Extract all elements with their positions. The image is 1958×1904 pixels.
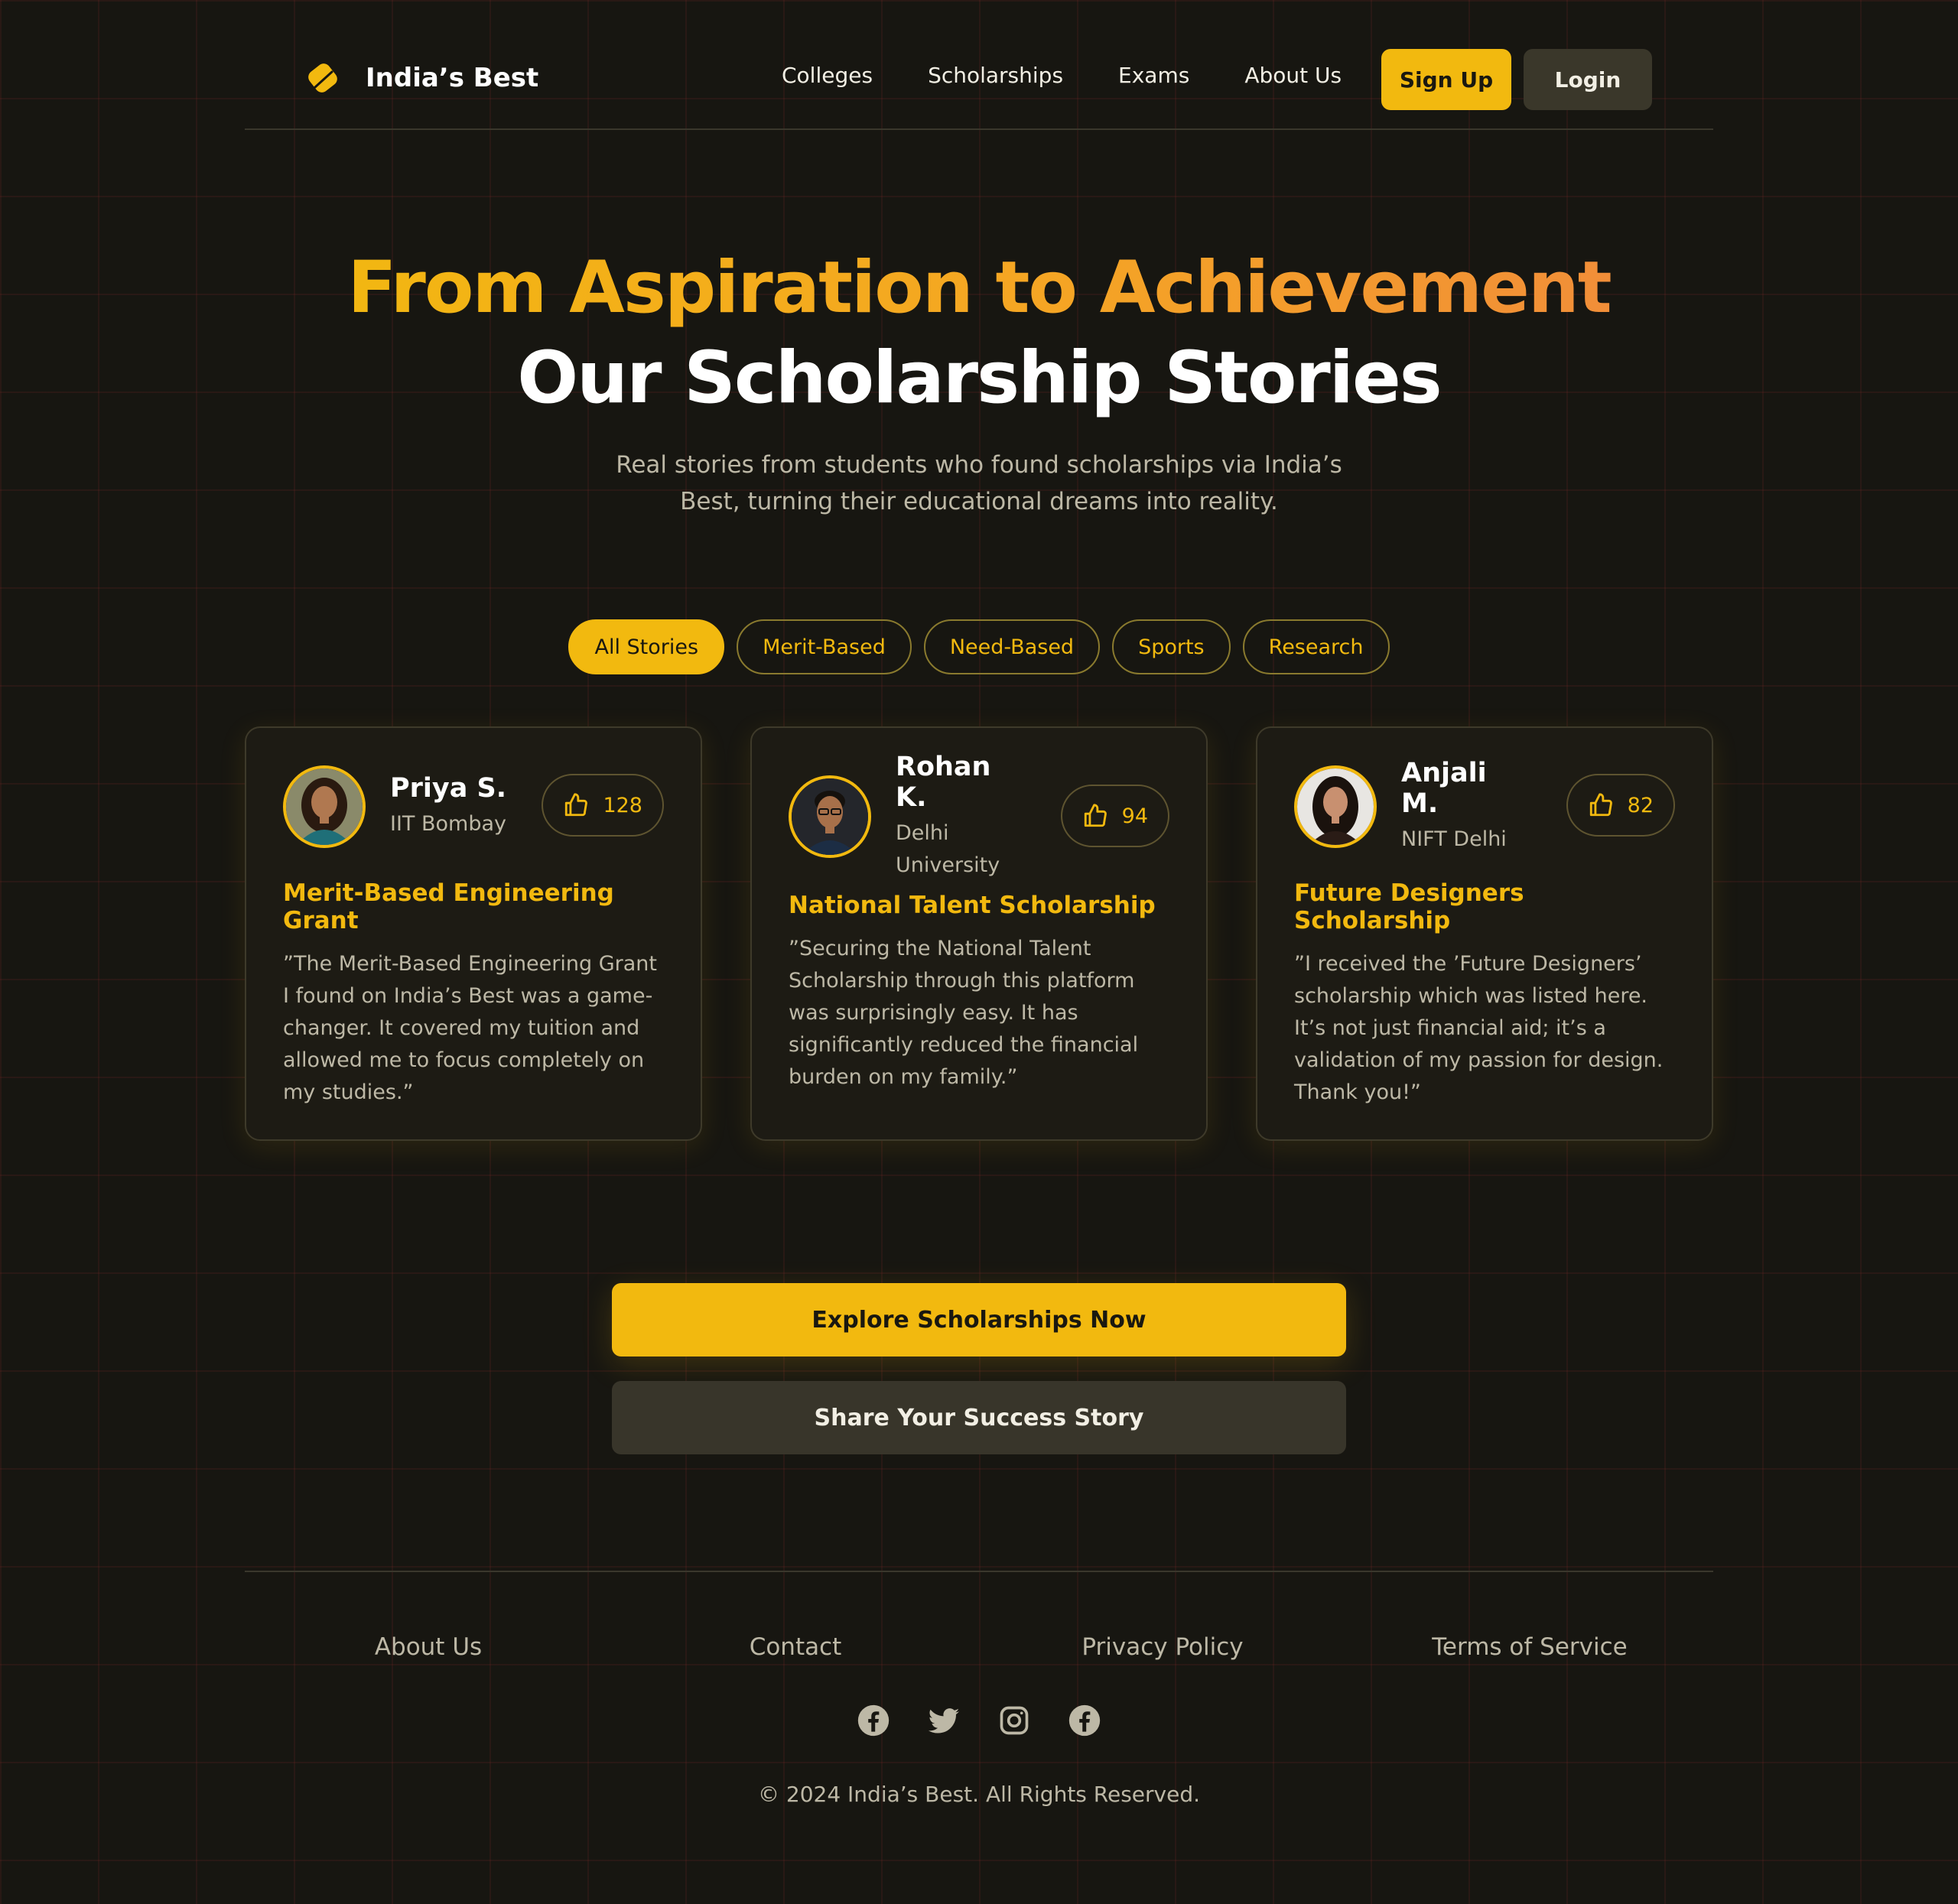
- filter-need-based[interactable]: Need-Based: [923, 619, 1101, 674]
- scholarship-title: National Talent Scholarship: [789, 892, 1156, 919]
- nav-link-colleges[interactable]: Colleges: [782, 63, 873, 88]
- facebook-icon[interactable]: [1068, 1704, 1101, 1737]
- avatar: [283, 765, 366, 848]
- filter-merit-based[interactable]: Merit-Based: [737, 619, 912, 674]
- story-card: Priya S. IIT Bombay 128 Merit-Based Engi…: [245, 726, 702, 1141]
- like-count: 128: [603, 793, 642, 817]
- signup-button[interactable]: Sign Up: [1381, 49, 1511, 110]
- thumbs-up-icon: [1084, 804, 1107, 827]
- brand[interactable]: India’s Best: [306, 61, 538, 95]
- student-name: Anjali M.: [1401, 758, 1487, 819]
- story-card-header: Rohan K. Delhi University 94: [789, 752, 1169, 877]
- student-institution: Delhi University: [896, 821, 1000, 877]
- like-button[interactable]: 82: [1566, 774, 1675, 837]
- story-card: Rohan K. Delhi University 94 National Ta…: [750, 726, 1208, 1141]
- story-cards: Priya S. IIT Bombay 128 Merit-Based Engi…: [245, 726, 1713, 1141]
- facebook-icon[interactable]: [857, 1704, 890, 1737]
- thumbs-up-icon: [565, 793, 588, 817]
- footer-link-contact[interactable]: Contact: [612, 1633, 979, 1661]
- footer-link-about-us[interactable]: About Us: [245, 1633, 612, 1661]
- filter-all-stories[interactable]: All Stories: [568, 619, 725, 674]
- story-quote: ”The Merit-Based Engineering Grant I fou…: [283, 952, 657, 1104]
- footer-link-terms-of-service[interactable]: Terms of Service: [1346, 1633, 1713, 1661]
- page: India’s Best Colleges Scholarships Exams…: [245, 0, 1713, 1807]
- nav-link-exams[interactable]: Exams: [1118, 63, 1189, 88]
- like-button[interactable]: 128: [542, 774, 664, 837]
- hero-subtitle: Real stories from students who found sch…: [616, 451, 1342, 515]
- scholarship-title: Future Designers Scholarship: [1294, 879, 1524, 934]
- footer-links: About Us Contact Privacy Policy Terms of…: [245, 1633, 1713, 1661]
- story-filters: All Stories Merit-Based Need-Based Sport…: [245, 619, 1713, 674]
- student-name: Priya S.: [390, 773, 507, 804]
- avatar-image: [792, 778, 868, 855]
- hero-title-line1: From Aspiration to Achievement: [245, 246, 1713, 330]
- avatar-image: [1297, 768, 1374, 845]
- like-count: 82: [1627, 793, 1654, 817]
- avatar-image: [286, 768, 363, 845]
- social-links: [245, 1704, 1713, 1737]
- student-institution: NIFT Delhi: [1401, 827, 1507, 851]
- filter-research[interactable]: Research: [1242, 619, 1390, 674]
- footer-link-privacy-policy[interactable]: Privacy Policy: [979, 1633, 1346, 1661]
- explore-scholarships-button[interactable]: Explore Scholarships Now: [612, 1283, 1346, 1357]
- brand-name: India’s Best: [366, 63, 539, 93]
- share-story-button[interactable]: Share Your Success Story: [612, 1381, 1346, 1454]
- story-quote: ”I received the ’Future Designers’ schol…: [1294, 952, 1664, 1104]
- hero-title-line2: Our Scholarship Stories: [517, 336, 1442, 420]
- top-nav: India’s Best Colleges Scholarships Exams…: [245, 0, 1713, 130]
- copyright: © 2024 India’s Best. All Rights Reserved…: [757, 1782, 1201, 1807]
- scholarship-title: Merit-Based Engineering Grant: [283, 879, 614, 934]
- student-info: Priya S. IIT Bombay: [390, 773, 512, 840]
- story-card-header: Anjali M. NIFT Delhi 82: [1294, 758, 1675, 851]
- student-info: Rohan K. Delhi University: [896, 752, 1018, 882]
- student-institution: IIT Bombay: [390, 812, 507, 836]
- nav-link-about-us[interactable]: About Us: [1244, 63, 1342, 88]
- avatar: [789, 775, 871, 858]
- nav-links: Colleges Scholarships Exams About Us: [782, 63, 1342, 88]
- student-name: Rohan K.: [896, 752, 991, 813]
- tag-logo-icon: [308, 63, 337, 93]
- like-count: 94: [1121, 804, 1148, 828]
- like-button[interactable]: 94: [1060, 785, 1169, 847]
- story-card: Anjali M. NIFT Delhi 82 Future Designers…: [1256, 726, 1713, 1141]
- login-button[interactable]: Login: [1524, 49, 1652, 110]
- twitter-icon[interactable]: [927, 1704, 961, 1737]
- avatar: [1294, 765, 1377, 848]
- story-quote: ”Securing the National Talent Scholarshi…: [789, 937, 1139, 1089]
- filter-sports[interactable]: Sports: [1112, 619, 1231, 674]
- instagram-icon[interactable]: [997, 1704, 1031, 1737]
- student-info: Anjali M. NIFT Delhi: [1401, 758, 1524, 856]
- thumbs-up-icon: [1589, 793, 1612, 817]
- footer-divider: [245, 1571, 1713, 1572]
- story-card-header: Priya S. IIT Bombay 128: [283, 763, 664, 850]
- nav-link-scholarships[interactable]: Scholarships: [928, 63, 1063, 88]
